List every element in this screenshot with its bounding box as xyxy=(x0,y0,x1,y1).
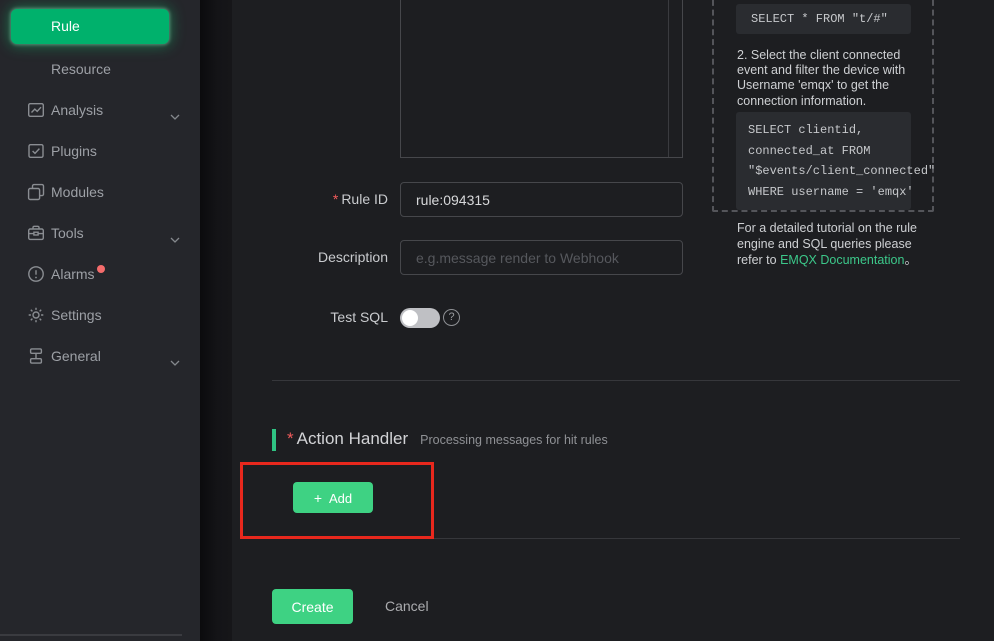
description-input[interactable] xyxy=(400,240,683,275)
sidebar: Rule Resource Analysis xyxy=(0,0,200,641)
description-label: Description xyxy=(250,240,388,275)
plugin-icon xyxy=(27,142,45,160)
sidebar-item-analysis[interactable]: Analysis xyxy=(0,89,200,130)
toolbox-icon xyxy=(27,224,45,242)
rule-id-label: *Rule ID xyxy=(250,182,388,217)
required-asterisk: * xyxy=(333,191,338,207)
modules-icon xyxy=(27,183,45,201)
alarm-badge xyxy=(97,265,105,273)
sidebar-scrollbar[interactable] xyxy=(0,634,182,636)
sidebar-item-plugins[interactable]: Plugins xyxy=(0,130,200,171)
sidebar-item-label: Alarms xyxy=(0,266,95,282)
sidebar-item-label: Analysis xyxy=(0,102,103,118)
sql-example-2-line: "$events/client_connected" xyxy=(748,161,899,182)
toggle-knob xyxy=(402,310,418,326)
sidebar-item-label: Plugins xyxy=(0,143,97,159)
add-action-button[interactable]: +Add xyxy=(293,482,373,513)
sidebar-item-settings[interactable]: Settings xyxy=(0,294,200,335)
sidebar-item-tools[interactable]: Tools xyxy=(0,212,200,253)
tutorial-note: For a detailed tutorial on the rule engi… xyxy=(737,221,921,268)
emqx-documentation-link[interactable]: EMQX Documentation xyxy=(780,253,904,267)
rule-id-input[interactable] xyxy=(400,182,683,217)
test-sql-label: Test SQL xyxy=(250,300,388,335)
sql-editor[interactable] xyxy=(400,0,683,158)
sidebar-item-label: General xyxy=(0,348,101,364)
action-handler-title: *Action Handler xyxy=(287,429,408,449)
emqx-rule-create-page: Rule Resource Analysis xyxy=(0,0,994,641)
action-handler-header: *Action Handler Processing messages for … xyxy=(272,429,608,451)
sidebar-item-label: Modules xyxy=(0,184,104,200)
tutorial-suffix: 。 xyxy=(904,253,917,267)
help-step-2-text: 2. Select the client connected event and… xyxy=(737,48,921,109)
general-icon xyxy=(27,347,45,365)
sidebar-item-resource[interactable]: Resource xyxy=(0,48,200,89)
sql-example-1: SELECT * FROM "t/#" xyxy=(736,4,911,34)
create-button[interactable]: Create xyxy=(272,589,353,624)
alarm-icon xyxy=(27,265,45,283)
chevron-down-icon xyxy=(170,107,180,123)
test-sql-toggle[interactable] xyxy=(400,308,440,328)
sql-editor-gutter xyxy=(668,0,669,157)
section-divider-bottom xyxy=(272,538,960,539)
chevron-down-icon xyxy=(170,353,180,369)
help-question-icon[interactable]: ? xyxy=(443,309,460,326)
sql-example-2: SELECT clientid, connected_at FROM "$eve… xyxy=(736,112,911,210)
sidebar-item-alarms[interactable]: Alarms xyxy=(0,253,200,294)
section-accent-bar xyxy=(272,429,276,451)
sidebar-item-label: Rule xyxy=(51,18,80,34)
sql-example-2-line: WHERE username = 'emqx' xyxy=(748,182,899,203)
sidebar-item-label: Resource xyxy=(0,61,111,77)
sql-example-2-line: SELECT clientid, xyxy=(748,120,899,141)
required-asterisk: * xyxy=(287,429,294,448)
action-handler-subtitle: Processing messages for hit rules xyxy=(420,433,608,447)
sidebar-item-rule[interactable]: Rule xyxy=(11,9,169,44)
gear-icon xyxy=(27,306,45,324)
chart-icon xyxy=(27,101,45,119)
plus-icon: + xyxy=(314,490,322,506)
section-divider-top xyxy=(272,380,960,381)
sidebar-rail xyxy=(200,0,232,641)
sidebar-item-label: Settings xyxy=(0,307,102,323)
cancel-button[interactable]: Cancel xyxy=(385,589,429,624)
sidebar-item-modules[interactable]: Modules xyxy=(0,171,200,212)
sidebar-item-general[interactable]: General xyxy=(0,335,200,376)
chevron-down-icon xyxy=(170,230,180,246)
sql-example-2-line: connected_at FROM xyxy=(748,141,899,162)
